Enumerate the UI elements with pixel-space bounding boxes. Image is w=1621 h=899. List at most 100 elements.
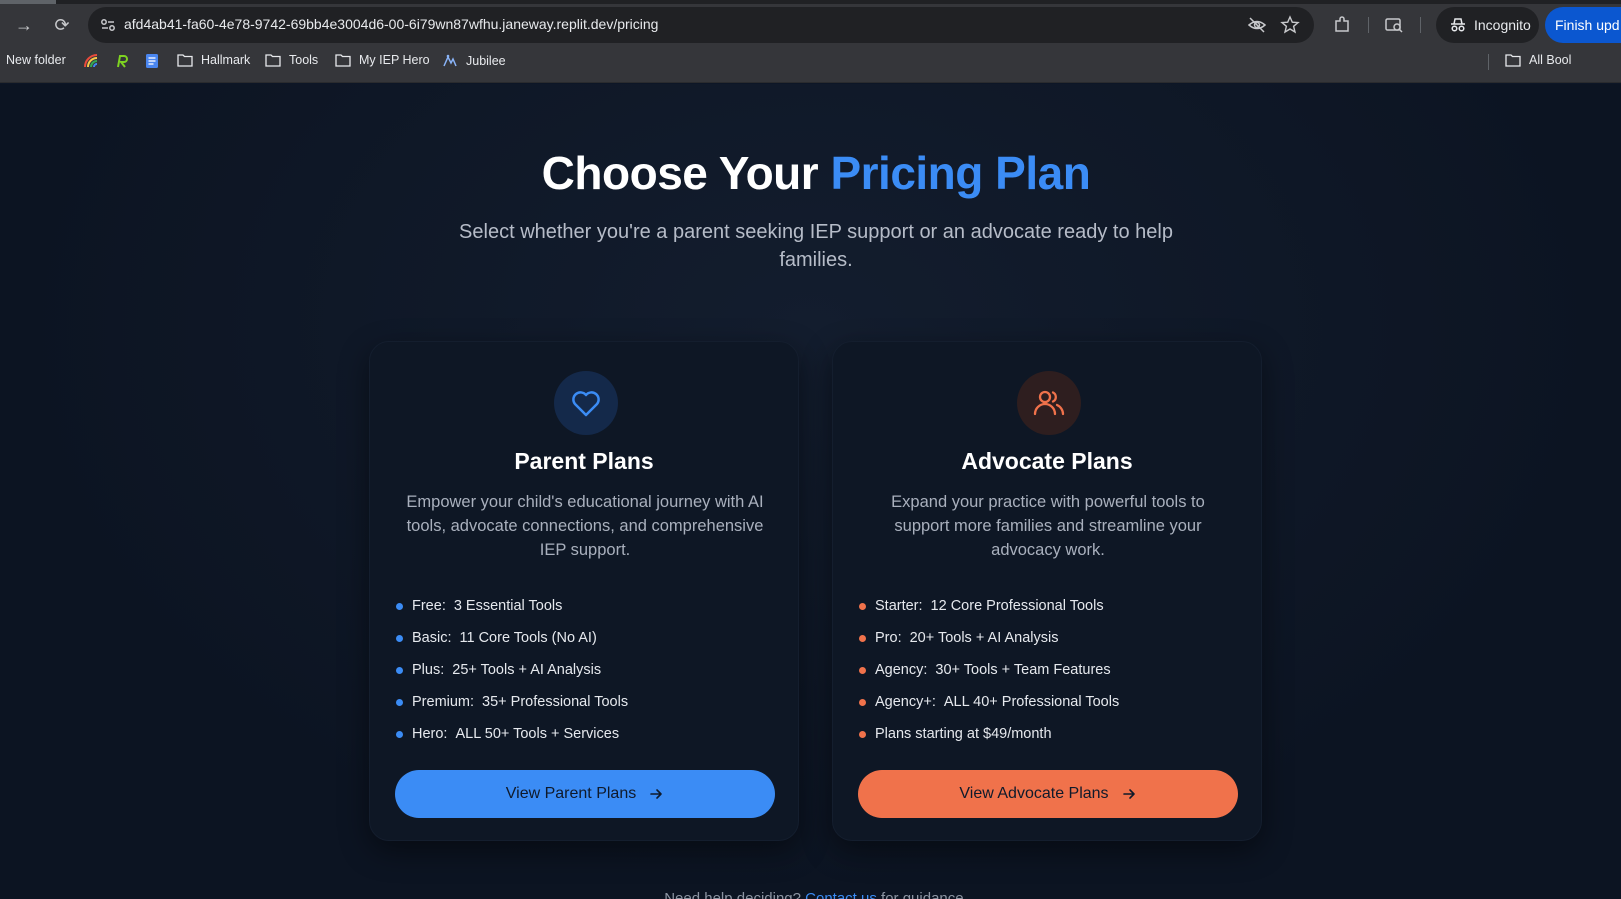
bookmark-jubilee[interactable]: Jubilee (442, 53, 506, 69)
tab-strip (0, 0, 1621, 4)
incognito-icon (1451, 18, 1465, 32)
list-item: Free: 3 Essential Tools (396, 590, 628, 622)
feature-value: 12 Core Professional Tools (930, 598, 1104, 614)
bookmark-tools[interactable]: Tools (265, 53, 318, 67)
title-prefix: Choose Your (541, 147, 831, 199)
heart-icon (572, 391, 600, 417)
feature-value: 20+ Tools + AI Analysis (909, 630, 1059, 646)
feature-key: Starter: (875, 598, 923, 614)
list-item: Plus: 25+ Tools + AI Analysis (396, 654, 628, 686)
feature-value: 3 Essential Tools (453, 598, 563, 614)
feature-value: 30+ Tools + Team Features (935, 662, 1111, 678)
list-item: Agency+: ALL 40+ Professional Tools (859, 686, 1119, 718)
bullet-dot (859, 602, 866, 610)
page-title: Choose Your Pricing Plan (0, 146, 1621, 200)
toolbar-divider (1368, 17, 1369, 33)
eye-off-icon[interactable] (1247, 15, 1267, 35)
bullet-dot (859, 698, 866, 706)
bullet-dot (396, 602, 403, 610)
users-icon (1033, 390, 1065, 416)
forward-icon[interactable]: → (12, 13, 36, 37)
folder-icon (265, 54, 281, 67)
bookmark-label: Jubilee (466, 54, 506, 68)
advocate-icon-badge (1017, 371, 1081, 435)
help-prefix: Need help deciding? (664, 890, 806, 899)
bookmark-label: My IEP Hero (359, 53, 430, 67)
bookmark-label: Hallmark (201, 53, 251, 67)
feature-key: Agency+: (875, 694, 936, 710)
bookmark-label: New folder (6, 53, 66, 67)
r-logo-icon (117, 55, 128, 68)
advocate-plans-card: Advocate Plans Expand your practice with… (832, 341, 1262, 841)
bookmarks-divider (1488, 54, 1489, 70)
bullet-dot (859, 666, 866, 674)
finish-update-button[interactable]: Finish upd (1545, 7, 1621, 43)
list-item: Plans starting at $49/month (859, 718, 1119, 750)
parent-plans-card: Parent Plans Empower your child's educat… (369, 341, 799, 841)
rainbow-app-icon (84, 54, 98, 68)
browser-chrome: → ⟳ afd4ab41-fa60-4e78-9742-69bb4e3004d6… (0, 0, 1621, 83)
cta-label: View Advocate Plans (959, 785, 1109, 802)
help-suffix: for guidance. (876, 890, 968, 899)
feature-key: Agency: (875, 662, 928, 678)
feature-key: Pro: (875, 630, 902, 646)
arrow-right-icon (1122, 789, 1135, 799)
feature-key: Plus: (412, 662, 445, 678)
toolbar-divider (1420, 17, 1421, 33)
contact-us-link[interactable]: Contact us (805, 890, 877, 899)
feature-key: Free: (412, 598, 446, 614)
list-item: Hero: ALL 50+ Tools + Services (396, 718, 628, 750)
title-highlight: Pricing Plan (830, 147, 1091, 199)
view-parent-plans-button[interactable]: View Parent Plans (395, 770, 775, 818)
list-item: Starter: 12 Core Professional Tools (859, 590, 1119, 622)
reload-icon[interactable]: ⟳ (50, 13, 74, 37)
cta-label: View Parent Plans (505, 785, 637, 802)
feature-value: ALL 50+ Tools + Services (455, 726, 620, 742)
omnibox[interactable]: afd4ab41-fa60-4e78-9742-69bb4e3004d6-00-… (88, 7, 1314, 43)
list-item: Premium: 35+ Professional Tools (396, 686, 628, 718)
list-item: Pro: 20+ Tools + AI Analysis (859, 622, 1119, 654)
pricing-page: Choose Your Pricing Plan Select whether … (0, 84, 1621, 899)
all-bookmarks[interactable]: All Bool (1505, 53, 1571, 67)
folder-icon (1505, 54, 1521, 67)
feature-key: Hero: (412, 726, 448, 742)
bookmark-my-iep-hero[interactable]: My IEP Hero (335, 53, 430, 67)
advocate-card-title: Advocate Plans (961, 448, 1133, 474)
parent-icon-badge (554, 371, 618, 435)
help-note: Need help deciding? Contact us for guida… (0, 890, 1621, 899)
url-text[interactable]: afd4ab41-fa60-4e78-9742-69bb4e3004d6-00-… (124, 16, 658, 32)
bookmark-rainbow-app[interactable] (83, 53, 99, 69)
incognito-label: Incognito (1474, 17, 1531, 33)
incognito-button[interactable]: Incognito (1436, 7, 1539, 43)
docs-icon (146, 54, 158, 68)
feature-value: 11 Core Tools (No AI) (459, 630, 597, 646)
advocate-feature-list: Starter: 12 Core Professional Tools Pro: 2… (859, 590, 1119, 750)
page-subtitle: Select whether you're a parent seeking I… (459, 221, 1173, 271)
site-info-icon[interactable] (98, 15, 118, 35)
advocate-card-description: Expand your practice with powerful tools… (891, 493, 1205, 559)
bullet-dot (859, 730, 866, 738)
parent-card-description: Empower your child's educational journey… (406, 493, 764, 559)
bookmark-hallmark[interactable]: Hallmark (177, 53, 250, 67)
feature-value: Plans starting at $49/month (875, 726, 1052, 742)
list-item: Basic: 11 Core Tools (No AI) (396, 622, 628, 654)
address-row: → ⟳ afd4ab41-fa60-4e78-9742-69bb4e3004d6… (0, 7, 1621, 43)
star-icon[interactable] (1280, 15, 1300, 35)
extensions-icon[interactable] (1332, 15, 1352, 35)
bookmark-new-folder[interactable]: New folder (6, 53, 66, 67)
bookmarks-bar: New folder Hallmark Tools My IEP Hero Ju… (0, 50, 1621, 74)
list-item: Agency: 30+ Tools + Team Features (859, 654, 1119, 686)
all-bookmarks-label: All Bool (1529, 53, 1572, 67)
bullet-dot (396, 698, 403, 706)
bookmark-docs[interactable] (144, 53, 160, 69)
active-tab-indicator (0, 0, 56, 4)
jubilee-icon (443, 54, 457, 67)
feature-key: Premium: (412, 694, 475, 710)
bullet-dot (396, 666, 403, 674)
tab-search-icon[interactable] (1384, 15, 1404, 35)
parent-card-title: Parent Plans (514, 448, 654, 474)
bullet-dot (396, 730, 403, 738)
bookmark-r-logo[interactable] (114, 53, 130, 69)
view-advocate-plans-button[interactable]: View Advocate Plans (858, 770, 1238, 818)
folder-icon (335, 54, 351, 67)
